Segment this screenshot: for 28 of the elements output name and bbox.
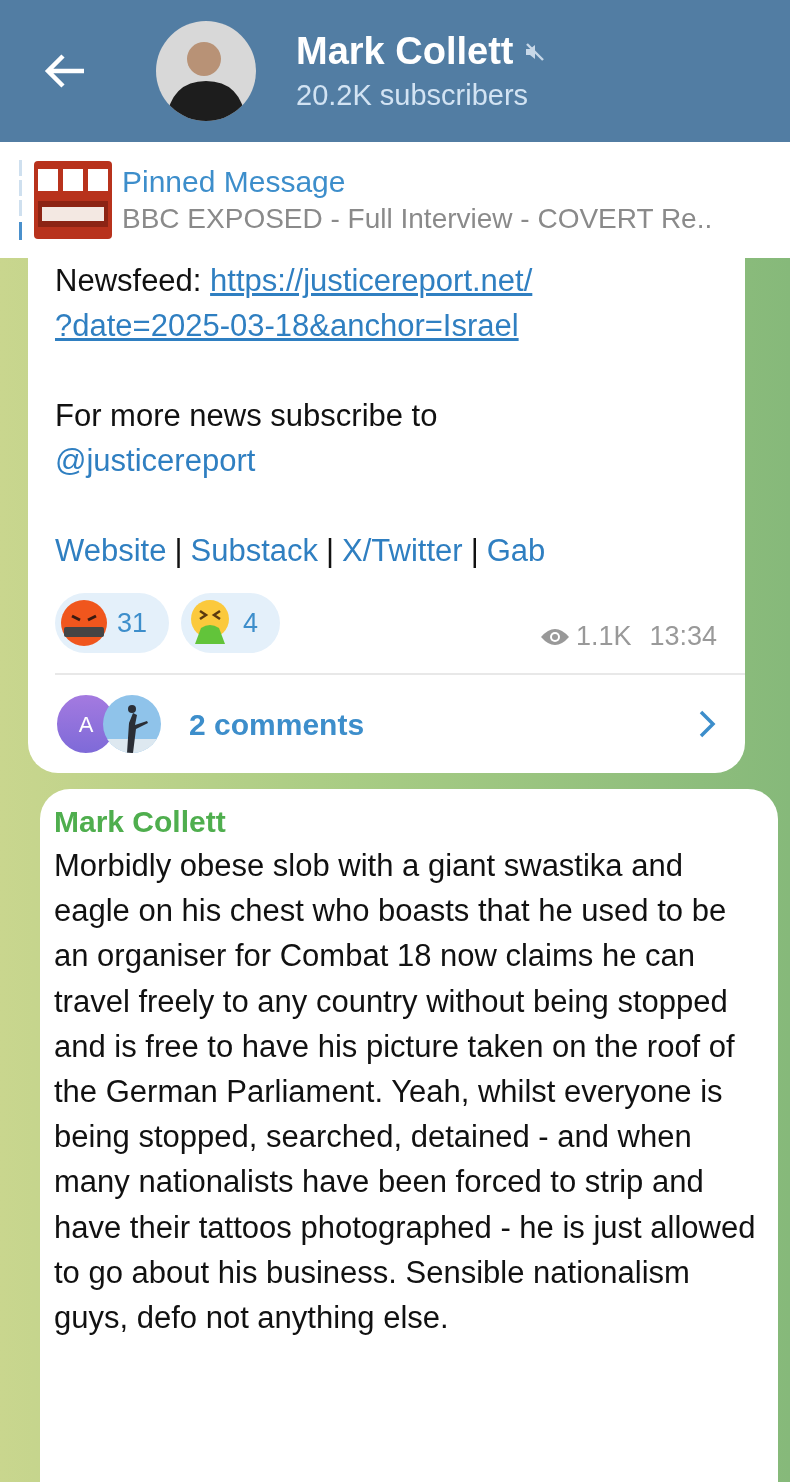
author-name: Mark Collett	[54, 804, 227, 840]
message-text: For more news subscribe to	[55, 398, 438, 433]
message-text: Morbidly obese slob with a giant swastika and eagle on his chest who boasts that he used to be an organiser for Combat 18 now claims he can travel freely to any country without being stopped and is free to have his picture taken on the roof of the German Parliament. Yeah, whilst everyone is being stopped, searched, detained - and when many nationalists have been forced to strip and have their tattoos photographed - he is just allowed to go about his business. Sensible nationalism guys, defo not anything else.	[54, 847, 757, 1338]
message-text: Newsfeed:	[55, 263, 202, 298]
comments-button[interactable]: A 2 comments	[55, 675, 717, 773]
reaction-chip[interactable]: 4	[181, 593, 281, 653]
separator: |	[470, 532, 479, 570]
separator: |	[174, 532, 183, 570]
reaction-chip[interactable]: 31	[55, 593, 170, 653]
channel-title: Mark Collett	[296, 30, 514, 73]
footer-link[interactable]: Substack	[190, 528, 318, 573]
subscriber-count: 20.2K subscribers	[296, 79, 530, 112]
message-time: 13:34	[649, 620, 717, 653]
footer-link[interactable]: Gab	[486, 528, 546, 573]
pinned-preview: BBC EXPOSED - Full Interview - COVERT Re..	[122, 203, 713, 235]
view-count: 1.1K	[575, 620, 632, 653]
separator: |	[326, 532, 335, 570]
newsfeed-link[interactable]: ?date=2025-03-18&anchor=Israel	[55, 308, 519, 343]
footer-link[interactable]: Website	[55, 528, 167, 573]
pinned-label: Pinned Message	[122, 165, 347, 199]
pin-position-icon	[18, 160, 24, 240]
cursing-face-icon	[59, 598, 109, 648]
newsfeed-link[interactable]: https://justicereport.net/	[210, 263, 533, 298]
channel-mention-link[interactable]: @justicereport	[55, 443, 256, 478]
chevron-right-icon	[697, 709, 717, 739]
back-arrow-icon[interactable]	[44, 53, 86, 89]
footer-link[interactable]: X/Twitter	[342, 528, 463, 573]
eye-icon	[539, 626, 570, 647]
